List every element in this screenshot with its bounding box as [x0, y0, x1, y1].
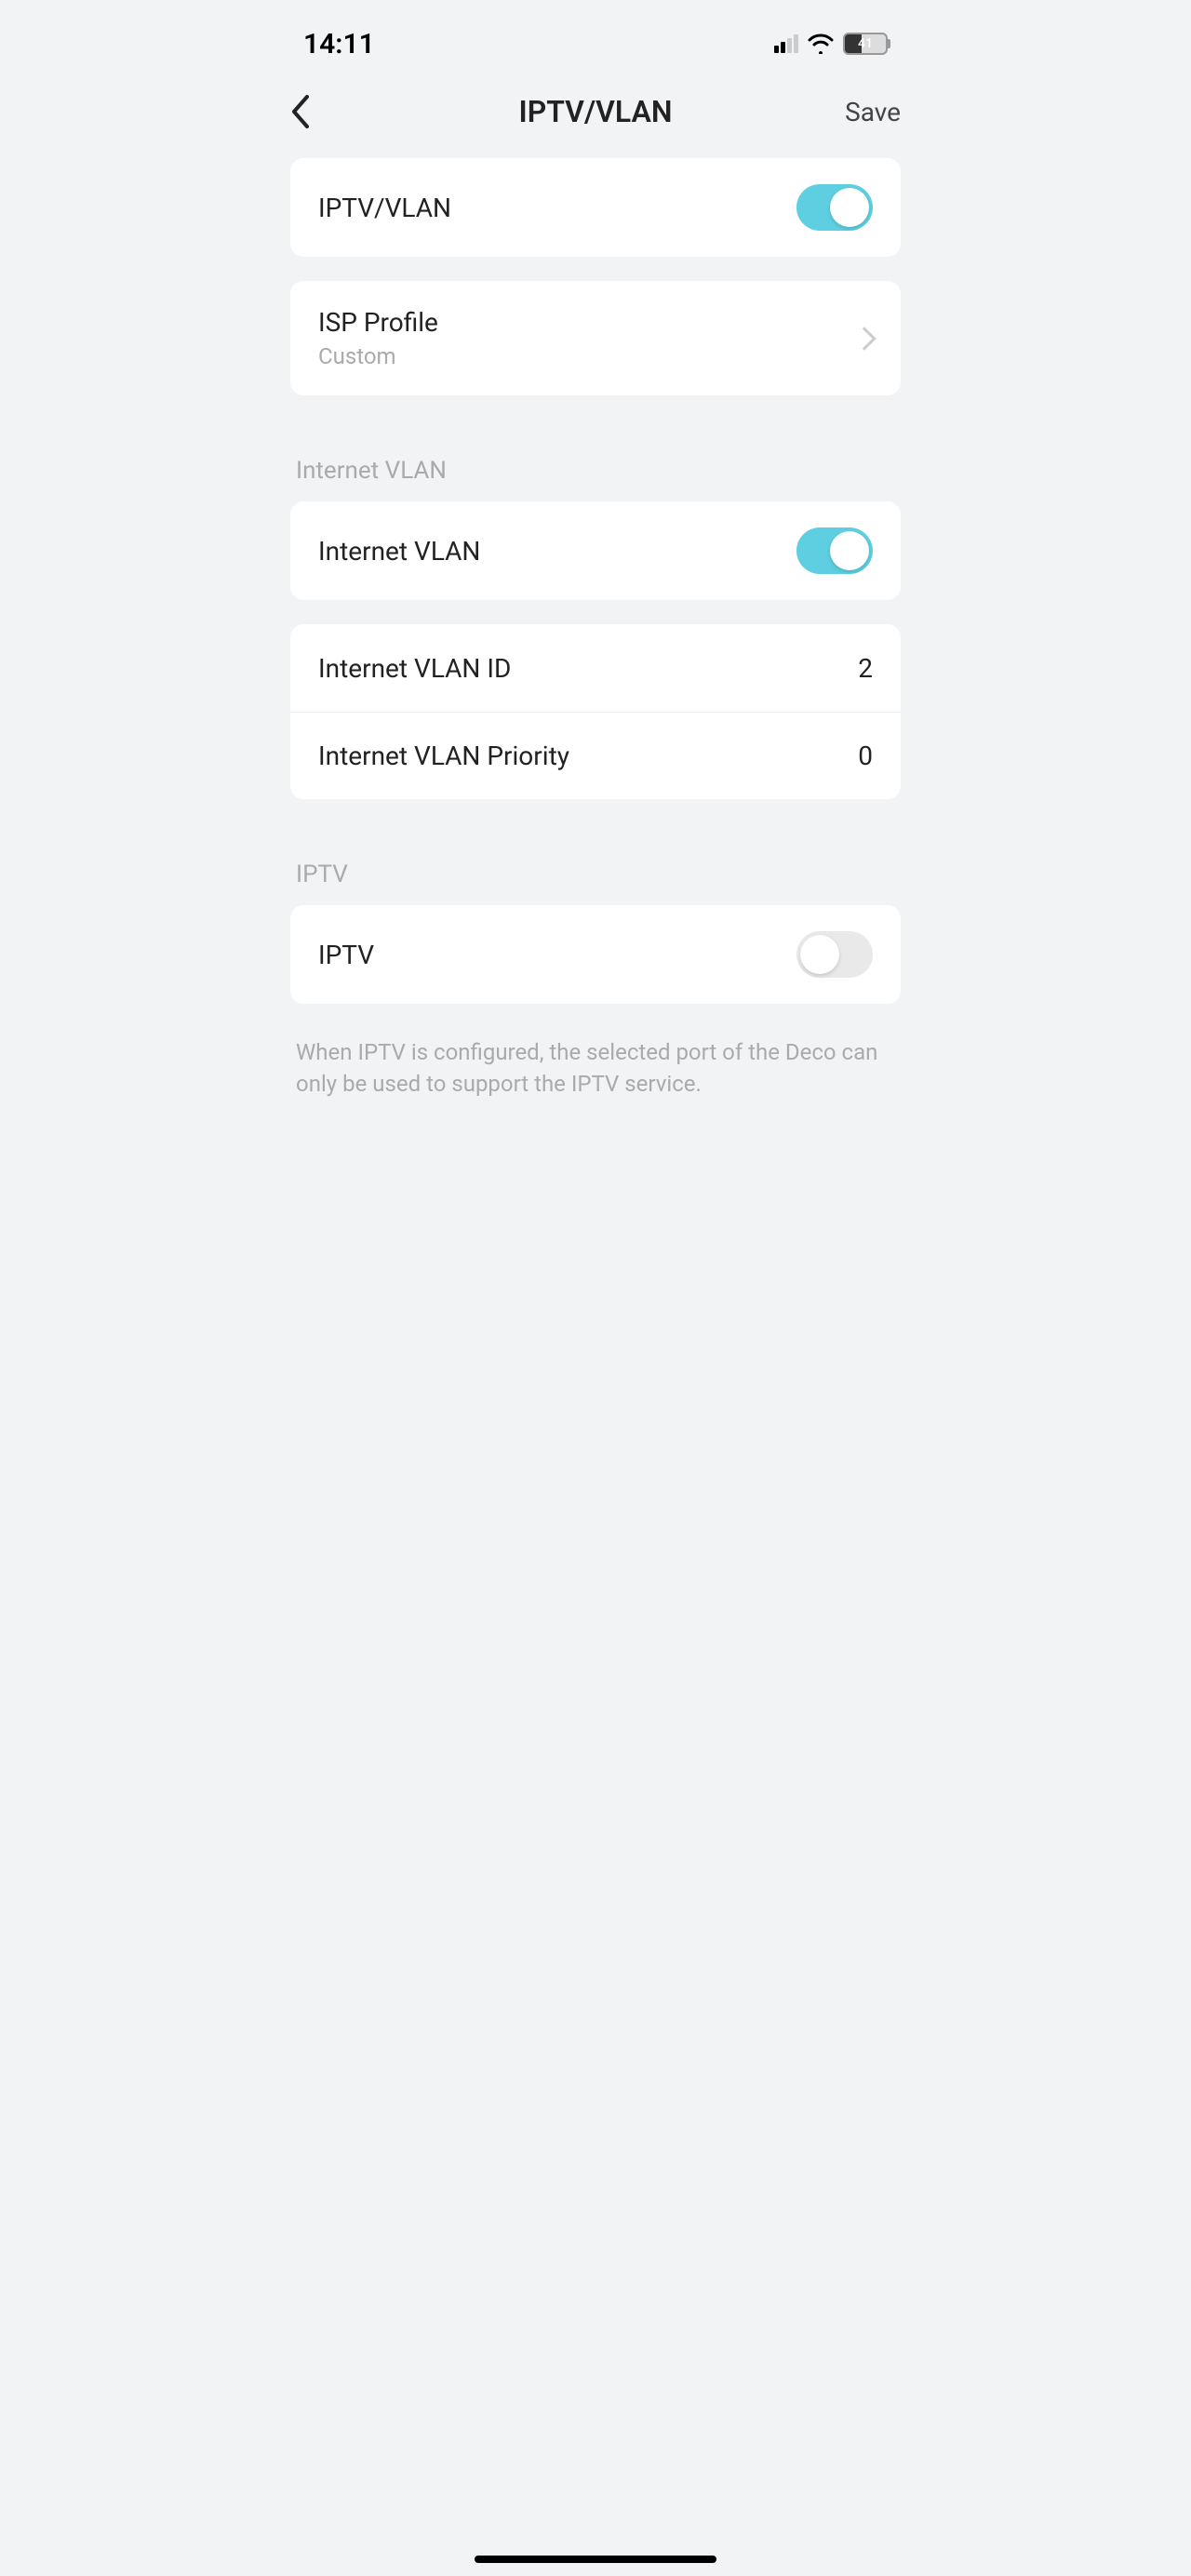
- value-internet-vlan-id: 2: [858, 653, 873, 684]
- navbar: IPTV/VLAN Save: [259, 74, 932, 158]
- footer-note: When IPTV is configured, the selected po…: [259, 1028, 932, 1109]
- chevron-left-icon: [290, 95, 311, 128]
- card-iptv-toggle: IPTV: [290, 905, 901, 1004]
- row-iptv-vlan-master: IPTV/VLAN: [290, 158, 901, 257]
- status-time: 14:11: [303, 28, 375, 60]
- label-internet-vlan-toggle: Internet VLAN: [318, 536, 480, 567]
- home-indicator[interactable]: [475, 2556, 716, 2563]
- toggle-internet-vlan[interactable]: [796, 527, 873, 574]
- battery-level: 41: [858, 36, 873, 51]
- row-isp-profile[interactable]: ISP Profile Custom: [290, 281, 901, 395]
- wifi-icon: [808, 33, 834, 54]
- card-iptv-vlan-master: IPTV/VLAN: [290, 158, 901, 257]
- back-button[interactable]: [290, 93, 328, 130]
- status-icons: 41: [774, 33, 888, 55]
- row-internet-vlan-priority[interactable]: Internet VLAN Priority 0: [290, 712, 901, 799]
- chevron-right-icon: [852, 327, 876, 350]
- section-header-iptv: IPTV: [259, 823, 932, 905]
- row-internet-vlan-id[interactable]: Internet VLAN ID 2: [290, 624, 901, 712]
- section-header-internet-vlan: Internet VLAN: [259, 420, 932, 501]
- row-iptv-toggle: IPTV: [290, 905, 901, 1004]
- label-isp-profile: ISP Profile: [318, 307, 438, 338]
- card-internet-vlan-fields: Internet VLAN ID 2 Internet VLAN Priorit…: [290, 624, 901, 799]
- label-internet-vlan-priority: Internet VLAN Priority: [318, 741, 569, 771]
- page-title: IPTV/VLAN: [519, 94, 673, 129]
- value-internet-vlan-priority: 0: [858, 741, 873, 771]
- card-internet-vlan-toggle: Internet VLAN: [290, 501, 901, 600]
- cellular-signal-icon: [774, 34, 798, 53]
- status-bar: 14:11 41: [259, 0, 932, 74]
- battery-icon: 41: [843, 33, 888, 55]
- toggle-iptv-vlan-master[interactable]: [796, 184, 873, 231]
- card-isp-profile: ISP Profile Custom: [290, 281, 901, 395]
- toggle-iptv[interactable]: [796, 931, 873, 978]
- value-isp-profile: Custom: [318, 343, 438, 369]
- label-iptv-vlan-master: IPTV/VLAN: [318, 193, 451, 223]
- label-internet-vlan-id: Internet VLAN ID: [318, 653, 511, 684]
- label-iptv-toggle: IPTV: [318, 940, 374, 970]
- row-internet-vlan-toggle: Internet VLAN: [290, 501, 901, 600]
- save-button[interactable]: Save: [845, 97, 901, 127]
